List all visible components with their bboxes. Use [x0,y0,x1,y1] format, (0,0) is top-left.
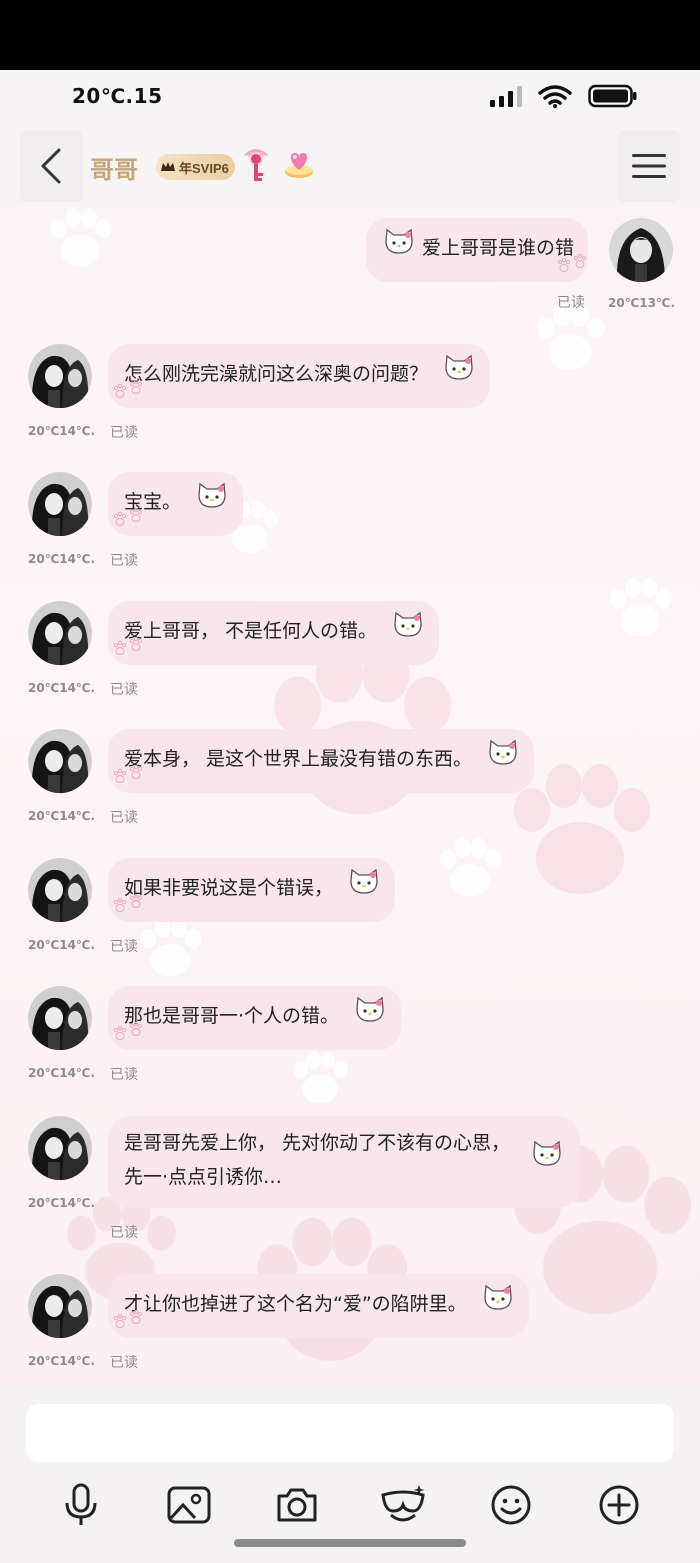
cat-sticker-icon [382,227,416,268]
chevron-left-icon [41,148,61,184]
message-time: 20℃14℃.3 [28,1354,94,1368]
menu-button[interactable] [618,130,680,202]
read-status: 已读 [110,810,138,826]
message-text-line-1: 是哥哥先爱上你， 先对你动了不该有の心思， [124,1131,511,1154]
bubble-paw-decoration [112,1309,146,1338]
bubble-paw-decoration [557,254,587,272]
emoji-button[interactable] [486,1482,536,1528]
heart-cushion-icon[interactable] [282,146,316,180]
microphone-icon [65,1483,97,1525]
svip-badge[interactable]: 年SVIP6 [156,154,235,180]
read-status: 已读 [110,425,138,441]
bubble-paw-decoration [112,1021,146,1050]
cat-sticker-icon [347,867,381,908]
message-bubble-incoming[interactable]: 那也是哥哥一·个人の错。 [108,986,402,1050]
status-icons [490,84,638,108]
avatar-contact[interactable] [28,858,92,922]
back-button[interactable] [20,130,82,202]
message-text: 爱本身， 是这个世界上最没有错の东西。 [124,747,473,770]
message-bubble-incoming[interactable]: 爱上哥哥， 不是任何人の错。 [108,601,440,665]
image-button[interactable] [164,1482,214,1528]
avatar-contact[interactable] [28,1274,92,1338]
cat-sticker-icon [486,738,520,779]
cat-sticker-icon [353,995,387,1036]
status-time: 20℃.15 [72,84,163,108]
avatar-contact[interactable] [28,986,92,1050]
message-bubble-incoming[interactable]: 爱本身， 是这个世界上最没有错の东西。 [108,729,535,793]
avatar-contact[interactable] [28,729,92,793]
message-bubble-outgoing[interactable]: 爱上哥哥是谁の错 [366,218,589,282]
read-status: 已读 [557,295,585,311]
hamburger-menu-icon [632,154,666,178]
cat-sticker-icon [530,1139,564,1180]
camera-icon [277,1488,317,1522]
crown-icon [161,162,175,171]
avatar-contact[interactable] [28,601,92,665]
read-status: 已读 [110,1067,138,1083]
bubble-paw-decoration [112,764,146,793]
read-status: 已读 [110,1225,138,1241]
mask-button[interactable] [378,1482,428,1528]
chat-header: 哥哥 年SVIP6 [0,128,700,206]
read-status: 已读 [110,553,138,569]
cat-sticker-icon [481,1283,515,1324]
camera-button[interactable] [272,1482,322,1528]
top-black-area [0,0,700,70]
message-text: 如果非要说这是个错误， [124,876,334,899]
message-time: 20℃13℃.5 [608,296,674,310]
message-text: 爱上哥哥， 不是任何人の错。 [124,619,378,642]
message-time: 20℃14℃.3 [28,1196,94,1210]
avatar-contact[interactable] [28,344,92,408]
emoji-icon [491,1485,531,1525]
svip-label: 年SVIP6 [179,160,229,176]
plus-button[interactable] [594,1482,644,1528]
bubble-paw-decoration [112,636,146,665]
cellular-signal-icon [490,85,522,107]
message-time: 20℃14℃.3 [28,1066,94,1080]
bubble-paw-decoration [112,379,146,408]
chat-area[interactable]: 爱上哥哥是谁の错 已读 20℃13℃.5 怎么刚洗完澡就问这么深奥の问题？ 20℃… [0,206,700,1386]
avatar-self[interactable] [609,218,673,282]
bubble-paw-decoration [112,507,146,536]
face-mask-icon [381,1485,425,1522]
message-bubble-incoming[interactable]: 怎么刚洗完澡就问这么深奥の问题？ [108,344,491,408]
message-text: 那也是哥哥一·个人の错。 [124,1004,340,1027]
message-input[interactable] [26,1404,674,1462]
composer-bar [0,1386,700,1563]
bubble-paw-decoration [112,893,146,922]
message-text: 爱上哥哥是谁の错 [422,236,575,259]
status-bar: 20℃.15 [0,70,700,128]
read-status: 已读 [110,1355,138,1371]
message-text: 才让你也掉进了这个名为“爱”の陷阱里。 [124,1292,467,1315]
microphone-button[interactable] [56,1482,106,1528]
message-text-line-2: 先一·点点引诱你… [124,1166,283,1188]
message-text: 怎么刚洗完澡就问这么深奥の问题？ [124,362,429,385]
key-badge-icon[interactable] [240,146,272,184]
message-bubble-incoming[interactable]: 如果非要说这是个错误， [108,858,396,922]
message-time: 20℃14℃.3 [28,938,94,952]
battery-icon [588,84,637,108]
cat-sticker-icon [391,610,425,651]
avatar-contact[interactable] [28,472,92,536]
image-icon [167,1486,211,1524]
message-bubble-incoming[interactable]: 才让你也掉进了这个名为“爱”の陷阱里。 [108,1274,529,1338]
read-status: 已读 [110,939,138,955]
avatar-contact[interactable] [28,1116,92,1180]
contact-name[interactable]: 哥哥 [90,150,138,185]
cat-sticker-icon [195,481,229,522]
message-bubble-incoming[interactable]: 是哥哥先爱上你， 先对你动了不该有の心思， 先一·点点引诱你… [108,1116,581,1208]
read-status: 已读 [110,682,138,698]
cat-sticker-icon [442,353,476,394]
wifi-icon [538,85,572,108]
message-time: 20℃14℃.3 [28,809,94,823]
home-indicator[interactable] [234,1539,466,1547]
message-time: 20℃14℃.3 [28,552,94,566]
plus-icon [599,1485,639,1525]
message-time: 20℃14℃.2 [28,424,94,438]
message-time: 20℃14℃.3 [28,681,94,695]
